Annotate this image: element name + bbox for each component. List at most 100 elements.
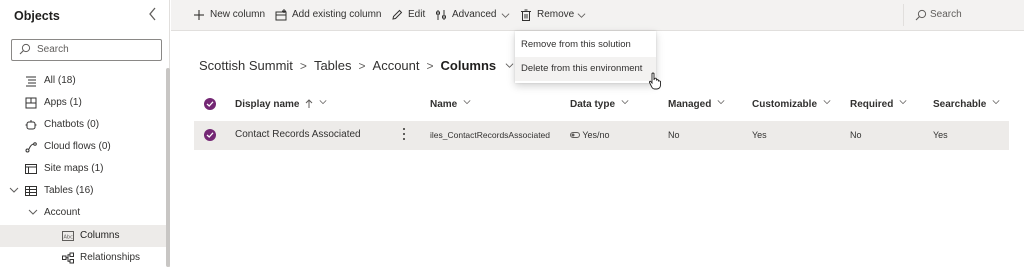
cell-searchable: Yes bbox=[933, 130, 948, 140]
cell-customizable: Yes bbox=[752, 130, 767, 140]
chevron-down-icon bbox=[9, 187, 19, 193]
sidebar-item-site-maps[interactable]: Site maps (1) bbox=[0, 158, 166, 180]
column-header-display-name[interactable]: Display name bbox=[235, 98, 327, 110]
column-header-managed[interactable]: Managed bbox=[668, 98, 725, 110]
search-placeholder: Search bbox=[930, 9, 962, 20]
toggle-icon bbox=[570, 132, 580, 138]
sidebar-item-count: (0) bbox=[98, 141, 111, 152]
sidebar-item-account[interactable]: Account bbox=[0, 202, 166, 224]
app-icon bbox=[25, 97, 37, 109]
trash-icon bbox=[521, 9, 531, 21]
column-header-data-type[interactable]: Data type bbox=[570, 98, 629, 110]
plus-icon bbox=[194, 10, 204, 20]
cell-display-name[interactable]: Contact Records Associated bbox=[235, 129, 361, 140]
remove-button[interactable]: Remove bbox=[520, 7, 588, 25]
sidebar-item-chatbots[interactable]: Chatbots (0) bbox=[0, 114, 166, 136]
chevron-down-icon[interactable] bbox=[505, 61, 514, 70]
sidebar-scrollbar[interactable] bbox=[166, 68, 170, 267]
chevron-down-icon bbox=[28, 209, 38, 215]
breadcrumb-current[interactable]: Columns bbox=[441, 58, 497, 73]
advanced-settings-icon bbox=[436, 10, 446, 20]
hand-pointer-cursor-icon bbox=[649, 72, 661, 90]
chevron-down-icon bbox=[717, 100, 725, 105]
column-header-required[interactable]: Required bbox=[850, 98, 907, 110]
toolbar-divider bbox=[903, 4, 904, 26]
chevron-down-icon bbox=[899, 100, 907, 105]
breadcrumb-item[interactable]: Tables bbox=[314, 58, 352, 73]
sidebar-item-label: Cloud flows bbox=[44, 141, 96, 152]
sidebar-item-apps[interactable]: Apps (1) bbox=[0, 92, 166, 114]
chevron-left-icon bbox=[149, 7, 156, 21]
new-column-button[interactable]: New column bbox=[193, 7, 269, 25]
search-icon bbox=[915, 9, 927, 21]
column-header-label: Required bbox=[850, 99, 894, 110]
chevron-down-icon bbox=[577, 13, 586, 18]
chevron-down-icon bbox=[501, 13, 510, 18]
checkmark-icon bbox=[206, 101, 214, 107]
edit-button[interactable]: Edit bbox=[391, 7, 427, 25]
table-icon bbox=[25, 186, 37, 196]
search-input[interactable]: Search bbox=[915, 7, 1015, 25]
search-icon bbox=[19, 43, 31, 55]
sidebar-title: Objects bbox=[14, 9, 60, 23]
relationship-icon bbox=[62, 252, 74, 264]
column-text-icon: Abc bbox=[62, 231, 74, 241]
sitemap-icon bbox=[25, 164, 37, 174]
row-checkbox[interactable] bbox=[204, 129, 216, 141]
cell-data-type-label: Yes/no bbox=[582, 130, 610, 140]
sidebar-item-label: Site maps bbox=[44, 163, 89, 174]
chevron-down-icon bbox=[621, 100, 629, 105]
column-header-label: Managed bbox=[668, 99, 712, 110]
menu-item-remove-from-solution[interactable]: Remove from this solution bbox=[515, 33, 656, 57]
chevron-down-icon bbox=[992, 100, 1000, 105]
table-header: Display name Name Data type Managed Cust… bbox=[194, 94, 1009, 116]
flow-icon bbox=[25, 142, 37, 153]
breadcrumb-item[interactable]: Account bbox=[373, 58, 420, 73]
sort-ascending-icon bbox=[305, 99, 313, 108]
column-header-customizable[interactable]: Customizable bbox=[752, 98, 831, 110]
sidebar-search-input[interactable]: Search bbox=[11, 39, 162, 61]
chevron-down-icon bbox=[823, 100, 831, 105]
column-header-name[interactable]: Name bbox=[430, 98, 471, 110]
checkmark-icon bbox=[206, 132, 214, 138]
sidebar-item-count: (0) bbox=[86, 119, 100, 130]
sidebar-item-count: (18) bbox=[57, 75, 76, 86]
add-existing-column-button[interactable]: Add existing column bbox=[275, 7, 385, 25]
sidebar-item-cloud-flows[interactable]: Cloud flows (0) bbox=[0, 136, 166, 158]
add-existing-column-label: Add existing column bbox=[292, 9, 382, 20]
select-all-checkbox[interactable] bbox=[204, 98, 216, 110]
collapse-sidebar-button[interactable] bbox=[148, 6, 162, 24]
sidebar-item-all[interactable]: All (18) bbox=[0, 70, 166, 92]
sidebar-search-placeholder: Search bbox=[37, 44, 69, 55]
more-options-icon[interactable] bbox=[402, 127, 406, 141]
table-row[interactable]: Contact Records Associated iles_ContactR… bbox=[194, 121, 1009, 150]
edit-pencil-icon bbox=[392, 9, 403, 20]
sidebar-item-tables[interactable]: Tables (16) bbox=[0, 180, 166, 202]
list-icon bbox=[26, 76, 36, 87]
sidebar-item-relationships[interactable]: Relationships bbox=[0, 247, 166, 269]
sidebar-item-columns[interactable]: Abc Columns bbox=[0, 225, 166, 247]
sidebar-item-count: (1) bbox=[69, 97, 82, 108]
sidebar-item-label: Apps bbox=[44, 97, 67, 108]
cell-name: iles_ContactRecordsAssociated bbox=[430, 130, 551, 140]
breadcrumb-item[interactable]: Scottish Summit bbox=[199, 58, 293, 73]
cell-managed: No bbox=[668, 130, 680, 140]
remove-dropdown-menu: Remove from this solution Delete from th… bbox=[515, 31, 656, 83]
column-header-label: Searchable bbox=[933, 99, 987, 110]
breadcrumb-separator-icon: > bbox=[299, 58, 307, 73]
add-column-icon bbox=[275, 9, 287, 21]
chevron-down-icon bbox=[319, 100, 327, 105]
sidebar-item-label: Columns bbox=[80, 230, 120, 241]
edit-label: Edit bbox=[408, 9, 426, 20]
cell-data-type: Yes/no bbox=[570, 130, 610, 140]
command-bar: New column Add existing column Edit Adva… bbox=[171, 0, 1024, 31]
advanced-button[interactable]: Advanced bbox=[435, 7, 511, 25]
menu-item-delete-from-environment[interactable]: Delete from this environment bbox=[515, 57, 656, 81]
column-header-label: Customizable bbox=[752, 99, 818, 110]
remove-label: Remove bbox=[537, 9, 575, 20]
column-header-searchable[interactable]: Searchable bbox=[933, 98, 1000, 110]
column-header-label: Data type bbox=[570, 99, 616, 110]
new-column-label: New column bbox=[210, 9, 266, 20]
cell-required: No bbox=[850, 130, 862, 140]
objects-sidebar: Objects Search All (18) Apps (1) Chatbot… bbox=[0, 0, 170, 267]
